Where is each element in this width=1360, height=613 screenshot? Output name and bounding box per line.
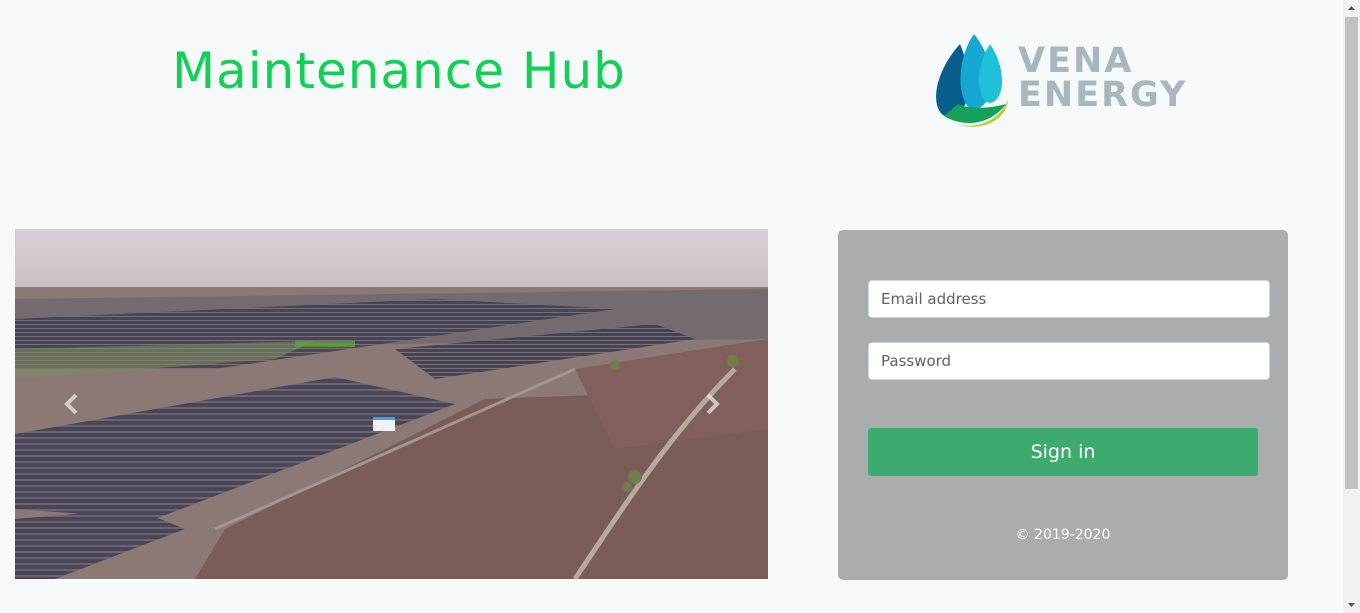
page-scrollbar[interactable] bbox=[1343, 0, 1360, 613]
chevron-left-icon[interactable] bbox=[57, 389, 87, 419]
logo-text-line2: ENERGY bbox=[1018, 75, 1188, 115]
page-title: Maintenance Hub bbox=[172, 42, 626, 100]
password-field[interactable] bbox=[868, 342, 1270, 380]
image-carousel[interactable] bbox=[15, 229, 768, 579]
login-form: Sign in © 2019-2020 bbox=[838, 230, 1288, 580]
solar-farm-photo bbox=[15, 229, 768, 579]
logo-text: VENA ENERGY bbox=[1018, 41, 1188, 115]
scroll-up-arrow-icon[interactable] bbox=[1343, 0, 1360, 17]
sign-in-button[interactable]: Sign in bbox=[868, 428, 1258, 476]
copyright-text: © 2019-2020 bbox=[1015, 527, 1111, 543]
logo-text-line1: VENA bbox=[1018, 41, 1134, 81]
chevron-right-icon[interactable] bbox=[697, 389, 727, 419]
scroll-down-arrow-icon[interactable] bbox=[1343, 596, 1360, 613]
vena-energy-logo: VENA ENERGY bbox=[930, 26, 1185, 130]
leaf-logo-icon bbox=[936, 34, 1008, 127]
scrollbar-thumb[interactable] bbox=[1345, 17, 1358, 489]
email-field[interactable] bbox=[868, 280, 1270, 318]
